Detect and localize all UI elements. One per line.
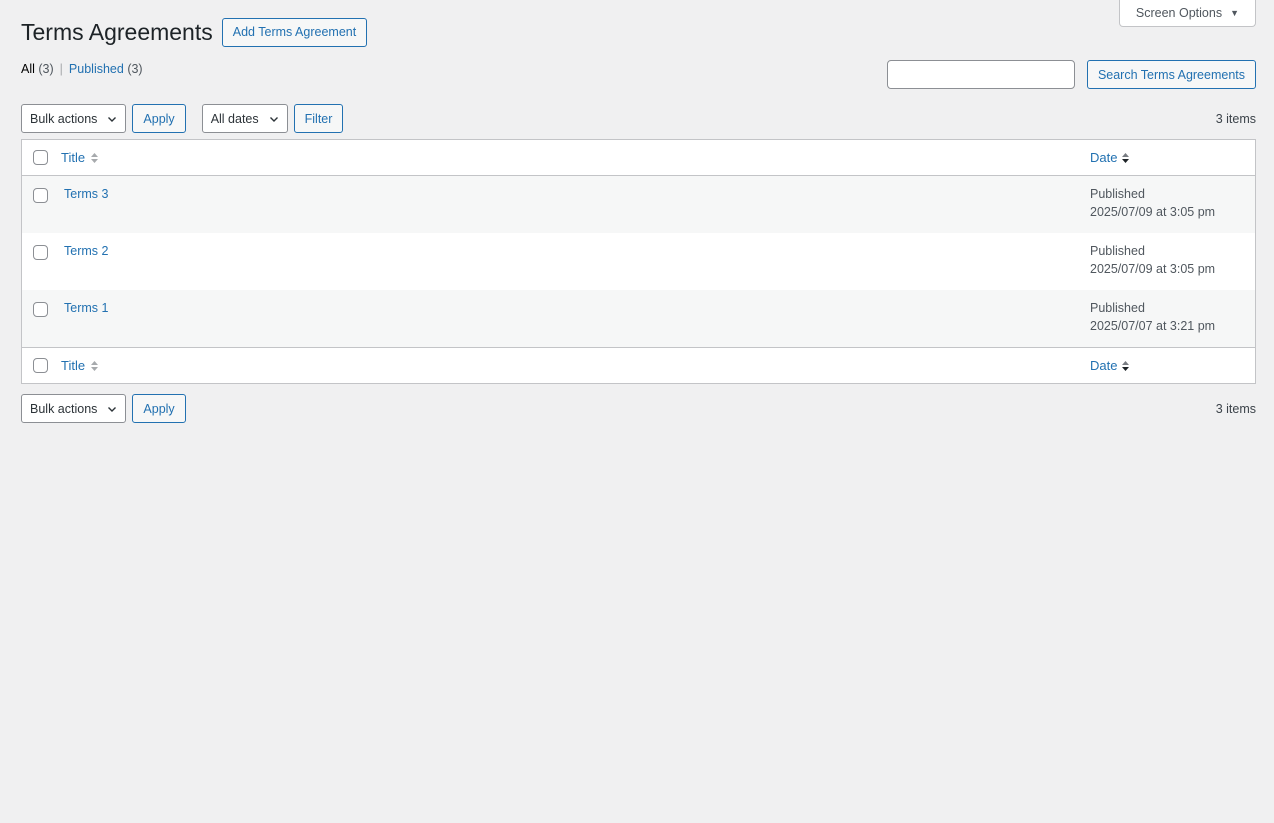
table-header-row: Title Date	[22, 140, 1255, 176]
date-filter-select[interactable]: All dates	[201, 104, 288, 133]
chevron-down-icon	[269, 116, 278, 122]
table-footer-row: Title Date	[22, 347, 1255, 383]
view-all-count: (3)	[38, 62, 54, 76]
view-separator: |	[59, 62, 63, 76]
date-column-footer[interactable]: Date	[1090, 358, 1255, 373]
select-all-checkbox[interactable]	[33, 150, 48, 165]
row-status: Published	[1090, 301, 1145, 315]
row-date: 2025/07/09 at 3:05 pm	[1090, 205, 1216, 219]
view-all-label: All	[21, 62, 35, 76]
bulk-actions-value: Bulk actions	[30, 401, 98, 416]
date-sort-link[interactable]: Date	[1090, 358, 1117, 373]
caret-down-icon: ▼	[1230, 8, 1239, 18]
screen-options-label: Screen Options	[1135, 6, 1223, 20]
add-terms-agreement-button[interactable]: Add Terms Agreement	[221, 17, 368, 47]
row-status: Published	[1090, 244, 1145, 258]
table-row: Terms 2 Published 2025/07/09 at 3:05 pm	[22, 233, 1255, 290]
bulk-actions-select[interactable]: Bulk actions	[21, 394, 127, 423]
tablenav-top: Bulk actions Apply All dates Filter 3 it…	[21, 104, 1256, 133]
apply-button[interactable]: Apply	[132, 104, 186, 133]
terms-list-table: Title Date Terms 3 Published 2025/07/09 …	[21, 139, 1256, 384]
row-status: Published	[1090, 187, 1145, 201]
row-date: 2025/07/07 at 3:21 pm	[1090, 319, 1216, 333]
row-date-cell: Published 2025/07/07 at 3:21 pm	[1090, 290, 1255, 334]
tablenav-bottom: Bulk actions Apply 3 items	[21, 394, 1256, 423]
apply-button[interactable]: Apply	[132, 394, 186, 423]
sort-desc-icon	[1122, 152, 1130, 163]
search-terms-agreements-button[interactable]: Search Terms Agreements	[1086, 60, 1256, 89]
page-heading: Terms Agreements Add Terms Agreement	[21, 17, 368, 47]
chevron-down-icon	[108, 406, 117, 412]
status-views: All (3) | Published (3)	[21, 62, 143, 76]
items-count: 3 items	[1215, 111, 1256, 126]
bulk-actions-select[interactable]: Bulk actions	[21, 104, 127, 133]
title-sort-link[interactable]: Title	[61, 358, 85, 373]
row-date-cell: Published 2025/07/09 at 3:05 pm	[1090, 233, 1255, 277]
view-published-count: (3)	[127, 62, 143, 76]
row-date-cell: Published 2025/07/09 at 3:05 pm	[1090, 176, 1255, 220]
search-box: Search Terms Agreements	[886, 60, 1256, 89]
title-column-header[interactable]: Title	[48, 150, 1090, 165]
row-checkbox[interactable]	[33, 302, 48, 317]
date-column-header[interactable]: Date	[1090, 150, 1255, 165]
filter-button[interactable]: Filter	[293, 104, 344, 133]
page-title: Terms Agreements	[21, 19, 213, 45]
title-sort-link[interactable]: Title	[61, 150, 85, 165]
row-title-link[interactable]: Terms 2	[64, 244, 108, 258]
title-column-footer[interactable]: Title	[48, 358, 1090, 373]
view-published-label: Published	[68, 62, 124, 76]
sort-icon	[91, 360, 99, 371]
view-all-link[interactable]: All (3)	[21, 62, 54, 76]
row-checkbox[interactable]	[33, 245, 48, 260]
row-checkbox[interactable]	[33, 188, 48, 203]
table-row: Terms 3 Published 2025/07/09 at 3:05 pm	[22, 176, 1255, 233]
bulk-actions-value: Bulk actions	[30, 111, 98, 126]
table-row: Terms 1 Published 2025/07/07 at 3:21 pm	[22, 290, 1255, 347]
sort-desc-icon	[1122, 360, 1130, 371]
select-all-checkbox[interactable]	[33, 358, 48, 373]
date-sort-link[interactable]: Date	[1090, 150, 1117, 165]
row-title-link[interactable]: Terms 3	[64, 187, 108, 201]
row-title-link[interactable]: Terms 1	[64, 301, 108, 315]
row-title-cell: Terms 2	[48, 233, 1090, 258]
screen-options-button[interactable]: Screen Options ▼	[1118, 0, 1256, 27]
items-count: 3 items	[1215, 401, 1256, 416]
chevron-down-icon	[108, 116, 117, 122]
row-title-cell: Terms 1	[48, 290, 1090, 315]
sort-icon	[91, 152, 99, 163]
row-date: 2025/07/09 at 3:05 pm	[1090, 262, 1216, 276]
row-title-cell: Terms 3	[48, 176, 1090, 201]
view-published-link[interactable]: Published	[69, 62, 124, 76]
search-input[interactable]	[886, 60, 1075, 89]
date-filter-value: All dates	[210, 111, 259, 126]
